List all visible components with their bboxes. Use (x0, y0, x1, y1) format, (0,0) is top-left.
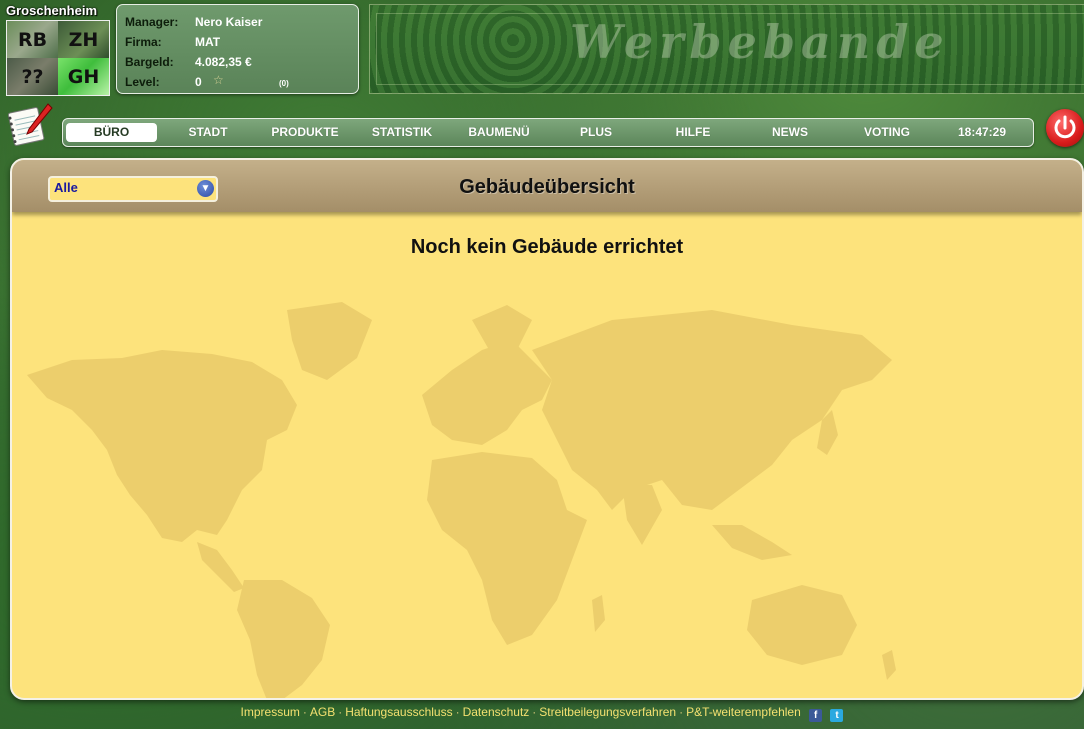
panel-header: Gebäudeübersicht Alle ▼ (12, 160, 1082, 212)
filter-selected-value: Alle (54, 180, 78, 195)
main-nav: BÜRO STADT PRODUKTE STATISTIK BAUMENÜ PL… (62, 118, 1034, 147)
footer-link-weiterempfehlen[interactable]: P&T-weiterempfehlen (686, 705, 801, 719)
facebook-icon[interactable]: f (809, 709, 823, 722)
footer: Impressum · AGB · Haftungsausschluss · Datensc… (0, 705, 1084, 722)
city-tile-unknown[interactable]: ?? (7, 58, 58, 95)
city-panel: Groschenheim RB ZH ?? GH (4, 3, 110, 96)
footer-link-datenschutz[interactable]: Datenschutz (463, 705, 530, 719)
footer-separator: · (455, 705, 460, 719)
level-label: Level: (125, 75, 160, 89)
city-tile-rb[interactable]: RB (7, 21, 58, 58)
city-tile-zh[interactable]: ZH (58, 21, 109, 58)
twitter-icon[interactable]: t (830, 709, 844, 722)
chevron-down-icon[interactable]: ▼ (197, 180, 214, 197)
level-value: 0 (195, 75, 202, 89)
nav-item-produkte[interactable]: PRODUKTE (260, 119, 350, 146)
footer-link-haftungsausschluss[interactable]: Haftungsausschluss (345, 705, 452, 719)
power-icon (1054, 115, 1076, 139)
manager-info-box: Manager: Nero Kaiser Firma: MAT Bargeld:… (116, 4, 359, 94)
nav-item-hilfe[interactable]: HILFE (648, 119, 738, 146)
footer-link-impressum[interactable]: Impressum (241, 705, 300, 719)
ad-banner-text: Werbebande (570, 15, 950, 69)
company-label: Firma: (125, 35, 162, 49)
city-tile-gh[interactable]: GH (58, 58, 109, 95)
notepad-icon[interactable] (7, 100, 54, 146)
company-value: MAT (195, 35, 221, 49)
nav-item-news[interactable]: NEWS (745, 119, 835, 146)
footer-link-streitbeilegung[interactable]: Streitbeilegungsverfahren (539, 705, 676, 719)
nav-item-baumenue[interactable]: BAUMENÜ (454, 119, 544, 146)
nav-item-voting[interactable]: VOTING (842, 119, 932, 146)
world-map-background (27, 302, 896, 698)
empty-state-message: Noch kein Gebäude errichtet (410, 236, 684, 258)
manager-label: Manager: (125, 15, 179, 29)
cash-value: 4.082,35 € (195, 55, 252, 69)
footer-separator: · (679, 705, 684, 719)
nav-item-stadt[interactable]: STADT (163, 119, 253, 146)
footer-separator: · (338, 705, 343, 719)
footer-link-agb[interactable]: AGB (310, 705, 335, 719)
footer-separator: · (532, 705, 537, 719)
city-name: Groschenheim (6, 3, 98, 18)
logout-power-button[interactable] (1046, 109, 1084, 147)
ad-banner[interactable]: Werbebande (369, 4, 1084, 94)
manager-value: Nero Kaiser (195, 15, 263, 29)
nav-clock: 18:47:29 (957, 125, 1007, 139)
building-overview-panel: Gebäudeübersicht Alle ▼ Noch kein Gebäud… (10, 158, 1084, 700)
footer-separator: · (302, 705, 307, 719)
nav-item-statistik[interactable]: STATISTIK (357, 119, 447, 146)
building-filter-select[interactable]: Alle ▼ (48, 176, 218, 202)
level-count: (0) (279, 79, 289, 88)
level-star-icon: ☆ (213, 73, 224, 87)
nav-item-plus[interactable]: PLUS (551, 119, 641, 146)
cash-label: Bargeld: (125, 55, 174, 69)
city-tiles[interactable]: RB ZH ?? GH (6, 20, 110, 96)
nav-item-buero[interactable]: BÜRO (66, 123, 157, 142)
